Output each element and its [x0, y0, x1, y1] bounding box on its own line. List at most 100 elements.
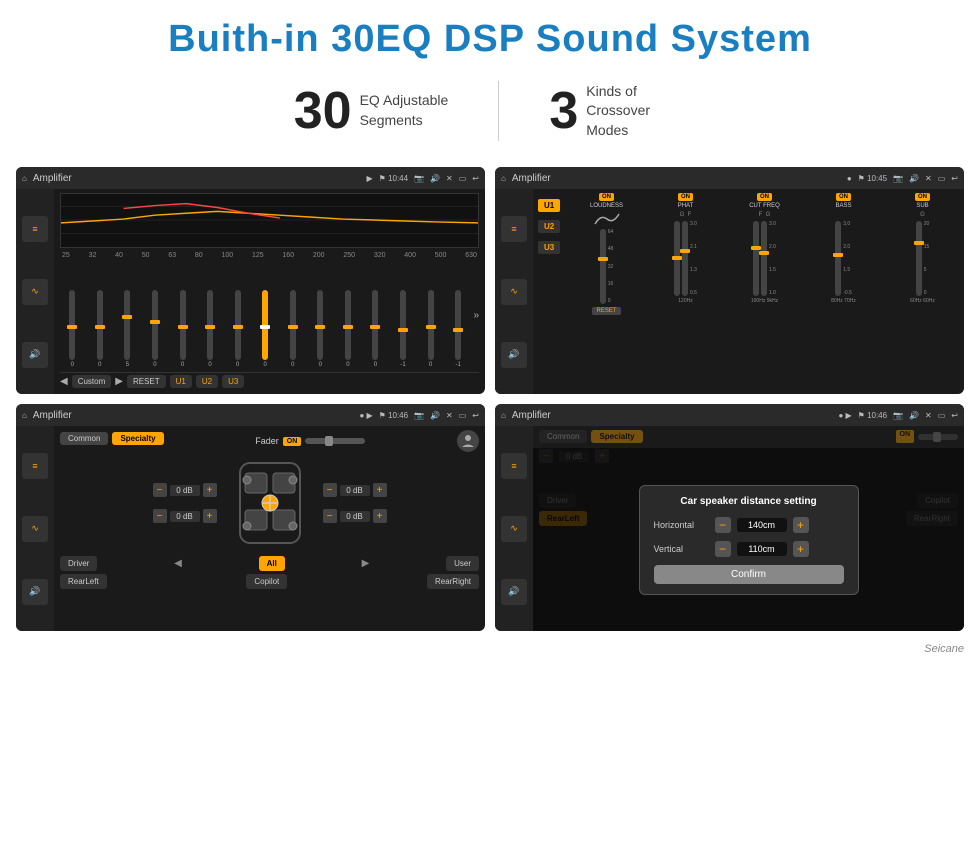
right-bot-plus[interactable]: + [373, 509, 387, 523]
sidebar4-vol-btn[interactable]: 🔊 [501, 579, 527, 605]
common-tab[interactable]: Common [60, 432, 108, 445]
cam1-icon: 📷 [414, 174, 424, 183]
copilot-btn[interactable]: Copilot [246, 574, 287, 589]
eq-u3-btn[interactable]: U3 [222, 375, 244, 388]
eq-slider-4[interactable]: 0 [143, 290, 168, 368]
eq-graph [60, 193, 479, 248]
fader-on-badge: ON [283, 437, 302, 446]
page-title: Buith-in 30EQ DSP Sound System [20, 18, 960, 61]
eq-slider-6[interactable]: 0 [198, 290, 223, 368]
sidebar-vol-btn[interactable]: 🔊 [22, 342, 48, 368]
prev-icon[interactable]: ◀ [174, 558, 182, 569]
home3-icon[interactable] [22, 411, 27, 420]
cx-sub: ON SUB G 20 15 5 0 [885, 193, 960, 315]
sidebar2-wave-btn[interactable]: ∿ [501, 279, 527, 305]
horizontal-val: 140cm [737, 518, 787, 532]
user-btn[interactable]: User [446, 556, 479, 571]
cx-u3-btn[interactable]: U3 [538, 241, 560, 254]
back2-icon[interactable]: ↩ [951, 174, 958, 183]
right-top-minus[interactable]: − [323, 483, 337, 497]
screen3-topbar: Amplifier ● ▶ ⚑ 10:46 📷 🔊 ✕ ▭ ↩ [16, 404, 485, 426]
screen-crossover: Amplifier ● ⚑ 10:45 📷 🔊 ✕ ▭ ↩ ≡ ∿ 🔊 U1 U… [495, 167, 964, 394]
eq-slider-1[interactable]: 0 [60, 290, 85, 368]
eq-slider-7[interactable]: 0 [225, 290, 250, 368]
horizontal-plus[interactable]: + [793, 517, 809, 533]
back3-icon[interactable]: ↩ [472, 411, 479, 420]
eq-slider-3[interactable]: 5 [115, 290, 140, 368]
watermark: Seicane [0, 641, 980, 661]
screen1-topbar: Amplifier ▶ ⚑ 10:44 📷 🔊 ✕ ▭ ↩ [16, 167, 485, 189]
right-bot-db: − 0 dB + [323, 509, 387, 523]
sidebar3-eq-btn[interactable]: ≡ [22, 453, 48, 479]
screen2-topbar: Amplifier ● ⚑ 10:45 📷 🔊 ✕ ▭ ↩ [495, 167, 964, 189]
sidebar3-wave-btn[interactable]: ∿ [22, 516, 48, 542]
sidebar2-eq-btn[interactable]: ≡ [501, 216, 527, 242]
home-icon[interactable] [22, 174, 27, 183]
left-bot-minus[interactable]: − [153, 509, 167, 523]
eq-slider-8[interactable]: 0 [253, 290, 278, 368]
watermark-text: Seicane [924, 643, 964, 655]
sidebar-wave-btn[interactable]: ∿ [22, 279, 48, 305]
eq-slider-10[interactable]: 0 [308, 290, 333, 368]
home2-icon[interactable] [501, 174, 506, 183]
screen1-time: ⚑ 10:44 [379, 174, 408, 183]
eq-slider-2[interactable]: 0 [88, 290, 113, 368]
eq-u2-btn[interactable]: U2 [196, 375, 218, 388]
screen-dialog: Amplifier ● ▶ ⚑ 10:46 📷 🔊 ✕ ▭ ↩ ≡ ∿ 🔊 Co… [495, 404, 964, 631]
eq-slider-12[interactable]: 0 [363, 290, 388, 368]
eq-slider-11[interactable]: 0 [336, 290, 361, 368]
stats-row: 30 EQ AdjustableSegments 3 Kinds ofCross… [0, 71, 980, 159]
screen2-time: ⚑ 10:45 [858, 174, 887, 183]
eq-slider-13[interactable]: -1 [391, 290, 416, 368]
rearright-btn[interactable]: RearRight [427, 574, 479, 589]
person-icon [457, 430, 479, 452]
left-bot-plus[interactable]: + [203, 509, 217, 523]
specialty-main: Common Specialty Fader ON [54, 426, 485, 631]
sidebar2-vol-btn[interactable]: 🔊 [501, 342, 527, 368]
horizontal-minus[interactable]: − [715, 517, 731, 533]
back1-icon[interactable]: ↩ [472, 174, 479, 183]
vertical-plus[interactable]: + [793, 541, 809, 557]
cx-u2-btn[interactable]: U2 [538, 220, 560, 233]
sidebar4-eq-btn[interactable]: ≡ [501, 453, 527, 479]
eq-prev-btn[interactable]: ◀ [60, 376, 68, 387]
eq-slider-9[interactable]: 0 [281, 290, 306, 368]
play3-icon: ● ▶ [359, 411, 372, 420]
left-db-column: − 0 dB + − 0 dB + [153, 483, 217, 523]
vertical-minus[interactable]: − [715, 541, 731, 557]
eq-slider-14[interactable]: 0 [418, 290, 443, 368]
sidebar-eq-btn[interactable]: ≡ [22, 216, 48, 242]
stat-eq: 30 EQ AdjustableSegments [244, 85, 499, 137]
back4-icon[interactable]: ↩ [951, 411, 958, 420]
dialog-box: Car speaker distance setting Horizontal … [639, 485, 859, 595]
eq-bottom-bar: ◀ Custom ▶ RESET U1 U2 U3 [60, 372, 479, 390]
cx-modules: ON LOUDNESS 64 48 32 [565, 189, 964, 394]
rearleft-btn[interactable]: RearLeft [60, 574, 107, 589]
screen2-title: Amplifier [512, 173, 841, 184]
x2-icon: ✕ [925, 174, 932, 183]
screen3-title: Amplifier [33, 410, 354, 421]
fader-slider[interactable] [305, 438, 365, 444]
left-top-plus[interactable]: + [203, 483, 217, 497]
cx-u1-btn[interactable]: U1 [538, 199, 560, 212]
sidebar4-wave-btn[interactable]: ∿ [501, 516, 527, 542]
right-bot-minus[interactable]: − [323, 509, 337, 523]
eq-custom-btn[interactable]: Custom [72, 375, 112, 388]
sidebar3-vol-btn[interactable]: 🔊 [22, 579, 48, 605]
eq-slider-5[interactable]: 0 [170, 290, 195, 368]
confirm-btn[interactable]: Confirm [654, 565, 844, 584]
left-top-minus[interactable]: − [153, 483, 167, 497]
x3-icon: ✕ [446, 411, 453, 420]
eq-u1-btn[interactable]: U1 [170, 375, 192, 388]
cx-loudness: ON LOUDNESS 64 48 32 [569, 193, 644, 315]
eq-next-btn[interactable]: ▶ [115, 376, 123, 387]
eq-reset-btn[interactable]: RESET [127, 375, 166, 388]
specialty-tab[interactable]: Specialty [112, 432, 163, 445]
screen4-content: ≡ ∿ 🔊 Common Specialty ON − 0 dB + [495, 426, 964, 631]
all-btn[interactable]: All [259, 556, 285, 571]
right-top-plus[interactable]: + [373, 483, 387, 497]
eq-slider-15[interactable]: -1 [446, 290, 471, 368]
home4-icon[interactable] [501, 411, 506, 420]
next-icon[interactable]: ▶ [362, 558, 370, 569]
driver-btn[interactable]: Driver [60, 556, 97, 571]
